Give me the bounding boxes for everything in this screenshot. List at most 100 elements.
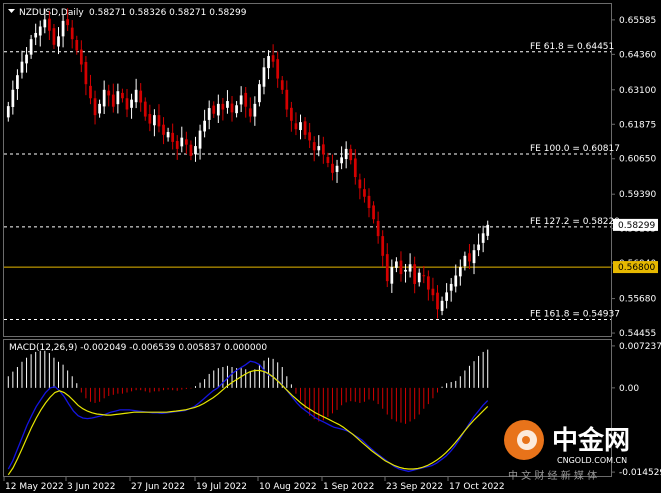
candle-body: [258, 84, 261, 103]
candle-body: [299, 122, 302, 131]
candle-body: [271, 55, 275, 62]
candle-body: [102, 89, 106, 107]
candle-body: [262, 67, 266, 87]
candle-body: [61, 20, 65, 37]
candles-group: [6, 8, 490, 319]
time-tick-label: 27 Jun 2022: [131, 482, 185, 492]
candle-body: [454, 275, 458, 287]
candle-body: [235, 105, 238, 114]
price-tick-label: 0.55680: [619, 295, 656, 305]
candle-body: [125, 98, 129, 110]
candle-body: [143, 101, 147, 117]
macd-tick-label: 0.007237: [619, 342, 661, 352]
candle-body: [130, 99, 133, 108]
macd-histogram: [7, 349, 489, 424]
candle-body: [290, 107, 293, 121]
price-tick-label: 0.60650: [619, 155, 656, 165]
candle-body: [440, 300, 444, 311]
candle-body: [153, 115, 156, 126]
candle-body: [134, 89, 138, 103]
candle-body: [426, 276, 430, 290]
hline-price-text: 0.56800: [618, 263, 655, 273]
candle-body: [148, 114, 152, 124]
fib-label: FE 61.8 = 0.64451: [530, 42, 614, 52]
candle-body: [226, 101, 229, 108]
candle-body: [212, 105, 216, 114]
candle-body: [29, 39, 33, 55]
candle-body: [180, 137, 184, 147]
candle-body: [317, 146, 321, 151]
candle-body: [139, 90, 143, 103]
candle-body: [16, 75, 19, 89]
logo-domain: CNGOLD.COM.CN: [557, 456, 627, 465]
candle-body: [66, 19, 70, 26]
candle-body: [399, 260, 403, 275]
price-tick-label: 0.65585: [619, 16, 656, 26]
price-axis: 0.65585 0.64360 0.63100 0.61875 0.60650 0.593…: [611, 16, 656, 339]
candle-body: [244, 92, 248, 107]
candle-body: [121, 92, 124, 99]
candle-body: [162, 124, 165, 135]
fib-label: FE 127.2 = 0.58229: [530, 217, 620, 227]
candle-body: [303, 121, 307, 135]
candle-body: [98, 103, 101, 114]
candle-body: [79, 49, 83, 65]
candle-body: [353, 158, 357, 178]
candle-body: [93, 98, 97, 116]
candle-body: [331, 163, 334, 173]
candle-body: [166, 132, 170, 138]
candle-body: [422, 275, 426, 277]
logo-tagline: 中 文 财 经 新 媒 体: [508, 469, 597, 482]
candle-body: [38, 26, 42, 36]
candle-body: [408, 264, 412, 272]
candle-body: [194, 146, 197, 155]
candle-body: [417, 272, 421, 283]
candle-body: [70, 27, 74, 40]
candle-body: [221, 103, 225, 110]
candle-body: [175, 141, 179, 149]
candle-body: [157, 115, 161, 127]
time-tick-label: 12 May 2022: [5, 482, 64, 492]
time-axis: 12 May 2022 3 Jun 2022 27 Jun 2022 19 Jul 2…: [3, 477, 505, 492]
candle-body: [216, 103, 220, 116]
candle-body: [285, 89, 289, 110]
time-tick-label: 23 Sep 2022: [386, 482, 443, 492]
fib-levels: FE 61.8 = 0.64451 FE 100.0 = 0.60817 FE 12…: [4, 42, 620, 320]
symbol-menu-icon[interactable]: [8, 9, 15, 13]
price-panel-frame: [3, 3, 612, 337]
macd-tick-label: 0.00: [619, 384, 639, 394]
candle-body: [381, 236, 385, 256]
candle-body: [239, 95, 243, 105]
candle-body: [395, 261, 398, 268]
candle-body: [198, 130, 202, 149]
trading-chart[interactable]: NZDUSD,Daily 0.58271 0.58326 0.58271 0.5…: [0, 0, 661, 493]
candle-body: [463, 255, 467, 267]
candle-body: [326, 157, 330, 163]
candle-body: [107, 90, 111, 96]
candle-body: [111, 94, 115, 107]
candle-body: [363, 189, 366, 197]
time-tick-label: 17 Oct 2022: [449, 482, 505, 492]
price-tick-label: 0.59390: [619, 190, 656, 200]
candle-body: [11, 89, 15, 107]
candle-body: [445, 292, 448, 301]
price-tick-label: 0.64360: [619, 50, 656, 60]
candle-body: [6, 106, 10, 118]
candle-body: [358, 179, 362, 189]
candle-body: [340, 157, 343, 164]
candle-body: [372, 205, 375, 220]
candle-body: [458, 267, 462, 277]
candle-body: [477, 244, 480, 251]
candle-body: [20, 61, 24, 73]
candle-body: [189, 144, 193, 156]
ohlc-readout: 0.58271 0.58326 0.58271 0.58299: [89, 8, 247, 18]
candle-body: [84, 61, 88, 85]
candle-body: [276, 59, 280, 79]
candle-body: [468, 253, 471, 262]
logo-brand: 中金网: [552, 425, 630, 456]
candle-body: [404, 269, 407, 272]
time-tick-label: 1 Sep 2022: [323, 482, 374, 492]
candle-body: [449, 283, 453, 291]
candle-body: [385, 254, 389, 282]
candle-body: [207, 108, 211, 120]
